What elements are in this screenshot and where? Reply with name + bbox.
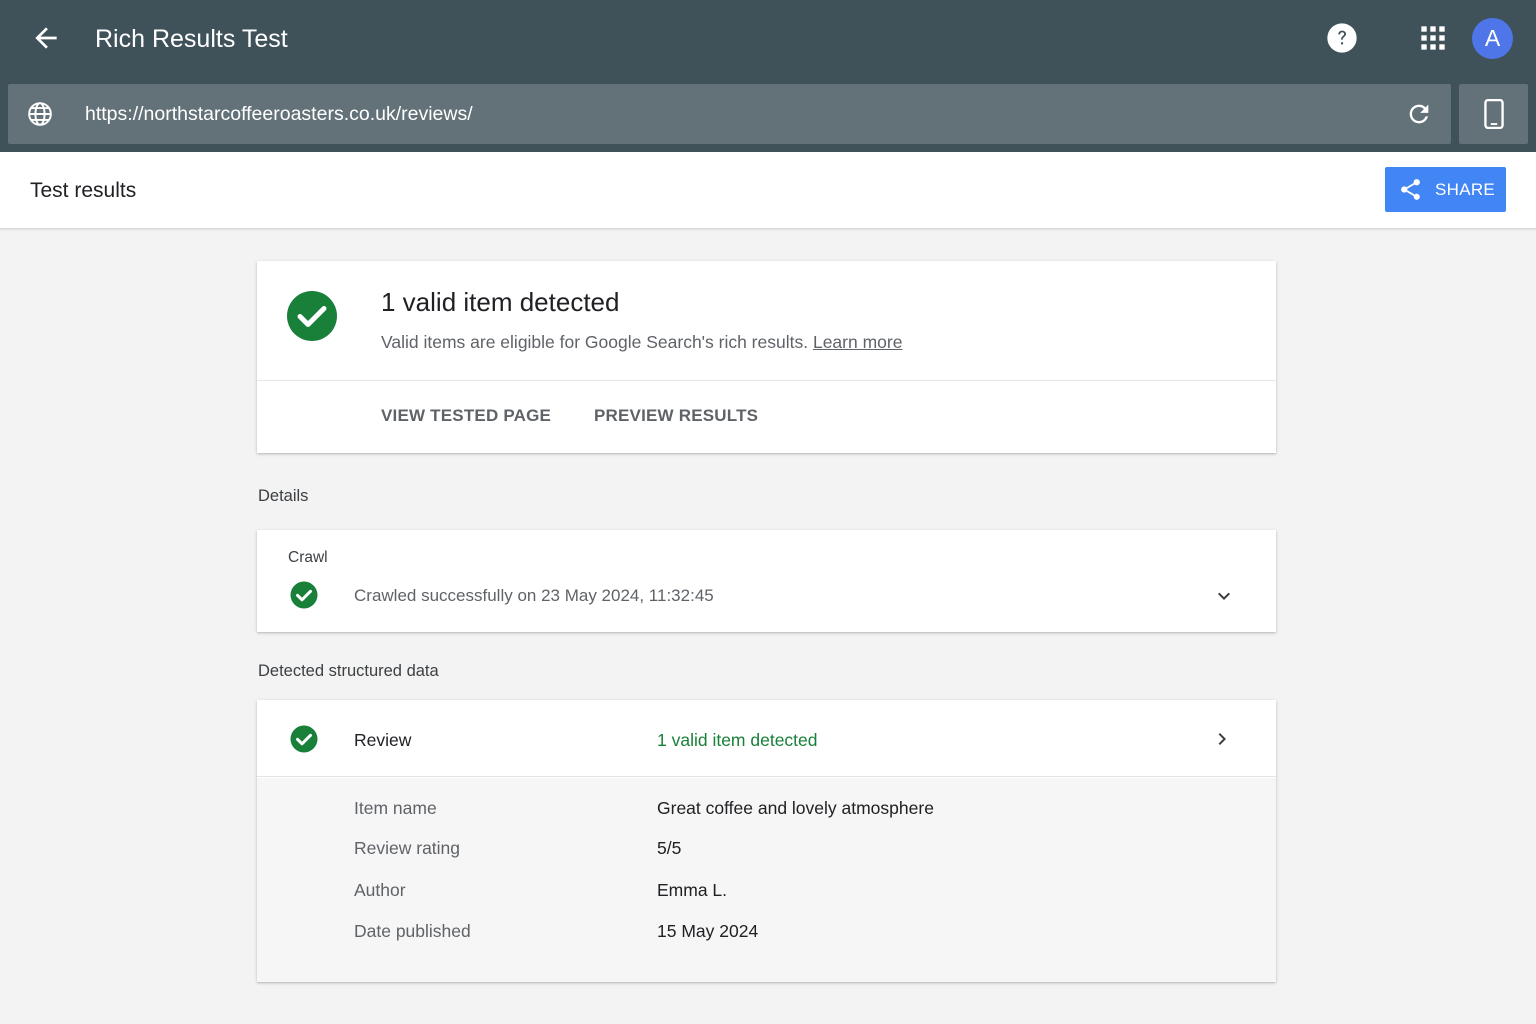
property-value: Great coffee and lovely atmosphere bbox=[657, 798, 934, 818]
smartphone-icon bbox=[1484, 99, 1504, 129]
view-tested-page-button[interactable]: VIEW TESTED PAGE bbox=[381, 405, 551, 427]
preview-results-button[interactable]: PREVIEW RESULTS bbox=[594, 405, 758, 427]
share-icon bbox=[1401, 179, 1420, 200]
review-properties: Item name Great coffee and lovely atmosp… bbox=[257, 778, 1276, 982]
crawl-status: Crawled successfully on 23 May 2024, 11:… bbox=[354, 586, 714, 605]
account-avatar[interactable]: A bbox=[1472, 18, 1513, 59]
property-name: Review rating bbox=[354, 838, 461, 858]
check-circle-icon bbox=[287, 291, 337, 341]
device-toggle-button[interactable] bbox=[1459, 84, 1528, 144]
summary-heading: 1 valid item detected bbox=[381, 287, 620, 317]
property-name: Date published bbox=[354, 921, 471, 941]
chevron-down-icon[interactable] bbox=[1212, 584, 1236, 608]
tested-url[interactable]: https://northstarcoffeeroasters.co.uk/re… bbox=[85, 101, 473, 127]
property-value: 15 May 2024 bbox=[657, 921, 759, 941]
review-item-row[interactable]: Review 1 valid item detected bbox=[257, 700, 1276, 777]
refresh-icon[interactable] bbox=[1405, 100, 1433, 128]
results-header: Test results SHARE bbox=[0, 152, 1536, 229]
apps-grid-icon[interactable] bbox=[1419, 24, 1447, 52]
check-circle-icon bbox=[290, 725, 318, 753]
crawl-label: Crawl bbox=[288, 549, 328, 566]
summary-description: Valid items are eligible for Google Sear… bbox=[381, 331, 902, 353]
share-button[interactable]: SHARE bbox=[1385, 167, 1506, 212]
details-section-label: Details bbox=[258, 487, 309, 505]
url-input[interactable]: https://northstarcoffeeroasters.co.uk/re… bbox=[8, 84, 1451, 144]
property-value: 5/5 bbox=[657, 838, 682, 858]
structured-data-section-label: Detected structured data bbox=[258, 662, 439, 680]
globe-icon bbox=[28, 102, 52, 126]
structured-data-card: Review 1 valid item detected Item name G… bbox=[257, 700, 1276, 982]
app-title: Rich Results Test bbox=[95, 25, 288, 53]
summary-card: 1 valid item detected Valid items are el… bbox=[257, 261, 1276, 453]
divider bbox=[257, 380, 1276, 381]
check-circle-icon bbox=[290, 581, 318, 609]
back-arrow-icon[interactable] bbox=[30, 22, 62, 54]
help-icon[interactable] bbox=[1326, 22, 1358, 54]
item-status: 1 valid item detected bbox=[657, 730, 818, 750]
property-value: Emma L. bbox=[657, 880, 728, 900]
learn-more-link[interactable]: Learn more bbox=[813, 332, 903, 352]
chevron-right-icon[interactable] bbox=[1210, 727, 1234, 751]
property-name: Author bbox=[354, 880, 406, 900]
summary-description-text: Valid items are eligible for Google Sear… bbox=[381, 332, 809, 352]
share-label: SHARE bbox=[1435, 180, 1496, 199]
property-name: Item name bbox=[354, 798, 437, 818]
page-title: Test results bbox=[30, 179, 137, 202]
crawl-card[interactable]: Crawl Crawled successfully on 23 May 202… bbox=[257, 530, 1276, 632]
item-type: Review bbox=[354, 730, 412, 750]
